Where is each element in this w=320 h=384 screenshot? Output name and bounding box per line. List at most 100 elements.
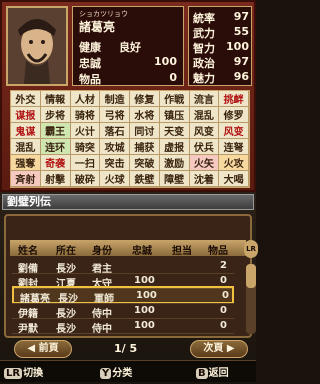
skill-cell: 连环 — [40, 139, 71, 155]
skill-cell: 风变 — [189, 123, 220, 139]
skill-cell: 天变 — [159, 123, 190, 139]
officer-loyalty-cell: 100 — [134, 305, 155, 316]
skill-cell: 火攻 — [219, 155, 249, 171]
stat-value: 100 — [226, 40, 249, 53]
skill-cell: 水将 — [130, 107, 160, 123]
officer-items-cell: 0 — [220, 275, 227, 286]
officer-row[interactable]: 尹默 長沙 侍中 100 0 — [12, 318, 234, 335]
officer-portrait — [6, 6, 68, 86]
skill-cell: 火计 — [70, 123, 101, 139]
prev-page-button[interactable]: ◀ 前頁 — [14, 340, 72, 358]
next-page-button[interactable]: 次頁 ▶ — [190, 340, 248, 358]
header-name[interactable]: 姓名 — [18, 242, 38, 257]
lr-key-icon: LR — [4, 368, 23, 379]
skill-cell: 骑突 — [70, 139, 101, 155]
skill-cell: 人材 — [70, 91, 101, 107]
skill-cell: 风变 — [219, 123, 249, 139]
skill-cell: 情報 — [40, 91, 71, 107]
officer-row[interactable]: 伊籍 長沙 侍中 100 0 — [12, 303, 234, 320]
lr-switch-hint[interactable]: LR 切換 — [4, 364, 43, 380]
pager: ◀ 前頁 1/ 5 次頁 ▶ — [14, 340, 254, 360]
scrollbar[interactable] — [246, 264, 256, 334]
skill-cell: 修罗 — [219, 107, 249, 123]
row-divider — [12, 333, 234, 334]
skill-cell: 一扫 — [70, 155, 101, 171]
officer-detail-panel: ショカツリョウ 諸葛亮 健康 良好 忠誠 100 物品 0 統率 97 武力 5… — [0, 0, 256, 192]
officer-name: 諸葛亮 — [79, 20, 116, 34]
skill-cell: 沈着 — [189, 171, 220, 187]
stat-intelligence: 智力 100 — [193, 40, 251, 55]
skill-cell: 火球 — [100, 171, 130, 187]
skill-cell: 障壁 — [159, 171, 190, 187]
left-arrow-icon: ◀ — [27, 343, 39, 354]
skill-cell: 外交 — [11, 91, 41, 107]
skill-cell: 制造 — [100, 91, 130, 107]
button-hint-bar: LR 切換 Y 分类 B 返回 — [0, 360, 256, 382]
stat-politics: 政治 97 — [193, 55, 251, 70]
skill-cell: 突破 — [130, 155, 160, 171]
skill-cell: 破砕 — [70, 171, 101, 187]
header-items[interactable]: 物品 — [208, 242, 228, 257]
officer-list-screen: 劉璧列伝 姓名 所在 身份 忠誠 担当 物品 劉備 長沙 君主 2 劉封 江夏 太守 100 0… — [0, 192, 258, 384]
b-back-hint[interactable]: B 返回 — [196, 364, 229, 380]
stat-label: 統率 — [193, 12, 215, 25]
lr-tab-button[interactable]: LR — [244, 240, 258, 258]
stat-label: 智力 — [193, 42, 215, 55]
skill-cell: 霸王 — [40, 123, 71, 139]
status-label: 健康 — [79, 41, 101, 54]
header-rank[interactable]: 身份 — [92, 242, 112, 257]
officer-items-cell: 2 — [220, 260, 227, 271]
header-loyalty[interactable]: 忠誠 — [132, 242, 152, 257]
loyalty-label: 忠誠 — [79, 57, 101, 70]
officer-info-box: ショカツリョウ 諸葛亮 健康 良好 忠誠 100 物品 0 — [72, 6, 184, 86]
skill-cell: 攻城 — [100, 139, 130, 155]
skill-cell: 突击 — [100, 155, 130, 171]
skill-cell: 火矢 — [189, 155, 220, 171]
y-key-icon: Y — [100, 368, 112, 379]
stat-war: 武力 55 — [193, 25, 251, 40]
skill-cell: 镇压 — [159, 107, 190, 123]
skill-cell: 步将 — [40, 107, 71, 123]
list-header: 姓名 所在 身份 忠誠 担当 物品 — [10, 240, 246, 257]
skill-cell: 挑衅 — [219, 91, 249, 107]
scrollbar-thumb[interactable] — [246, 264, 256, 288]
skill-cell: 同讨 — [130, 123, 160, 139]
skill-cell: 作戦 — [159, 91, 190, 107]
officer-row[interactable]: 諸葛亮 長沙 軍師 100 0 — [12, 286, 234, 305]
skill-cell: 谋报 — [11, 107, 41, 123]
skill-cell: 射撃 — [40, 171, 71, 187]
stat-leadership: 統率 97 — [193, 10, 251, 25]
skill-cell: 弓将 — [100, 107, 130, 123]
skill-cell: 混乱 — [189, 107, 220, 123]
y-category-hint[interactable]: Y 分类 — [100, 364, 132, 380]
skill-cell: 强奪 — [11, 155, 41, 171]
lr-switch-label: 切換 — [23, 368, 44, 379]
b-key-icon: B — [196, 368, 208, 379]
stat-label: 魅力 — [193, 72, 215, 85]
right-arrow-icon: ▶ — [223, 343, 235, 354]
officer-items-cell: 0 — [220, 320, 227, 331]
next-page-label: 次頁 — [203, 343, 224, 354]
skill-cell: 骑将 — [70, 107, 101, 123]
items-label: 物品 — [79, 73, 101, 86]
skill-cell: 混乱 — [11, 139, 41, 155]
header-duty[interactable]: 担当 — [172, 242, 192, 257]
skill-cell: 捕获 — [130, 139, 160, 155]
officer-loyalty-cell: 100 — [136, 290, 157, 301]
skill-cell: 虚报 — [159, 139, 190, 155]
skill-cell: 伏兵 — [189, 139, 220, 155]
skill-cell: 鉄壁 — [130, 171, 160, 187]
skill-cell: 流言 — [189, 91, 220, 107]
officer-row[interactable]: 劉備 長沙 君主 2 — [12, 258, 234, 275]
skill-cell: 斉射 — [11, 171, 41, 187]
stat-value: 55 — [233, 25, 249, 38]
stat-label: 政治 — [193, 57, 215, 70]
stat-value: 97 — [233, 55, 249, 68]
officer-loyalty-cell: 100 — [134, 320, 155, 331]
page-indicator: 1/ 5 — [114, 342, 138, 355]
b-back-label: 返回 — [208, 368, 229, 379]
header-location[interactable]: 所在 — [56, 242, 76, 257]
skill-cell: 鬼谋 — [11, 123, 41, 139]
skill-cell: 大喝 — [219, 171, 249, 187]
skill-cell: 落石 — [100, 123, 130, 139]
